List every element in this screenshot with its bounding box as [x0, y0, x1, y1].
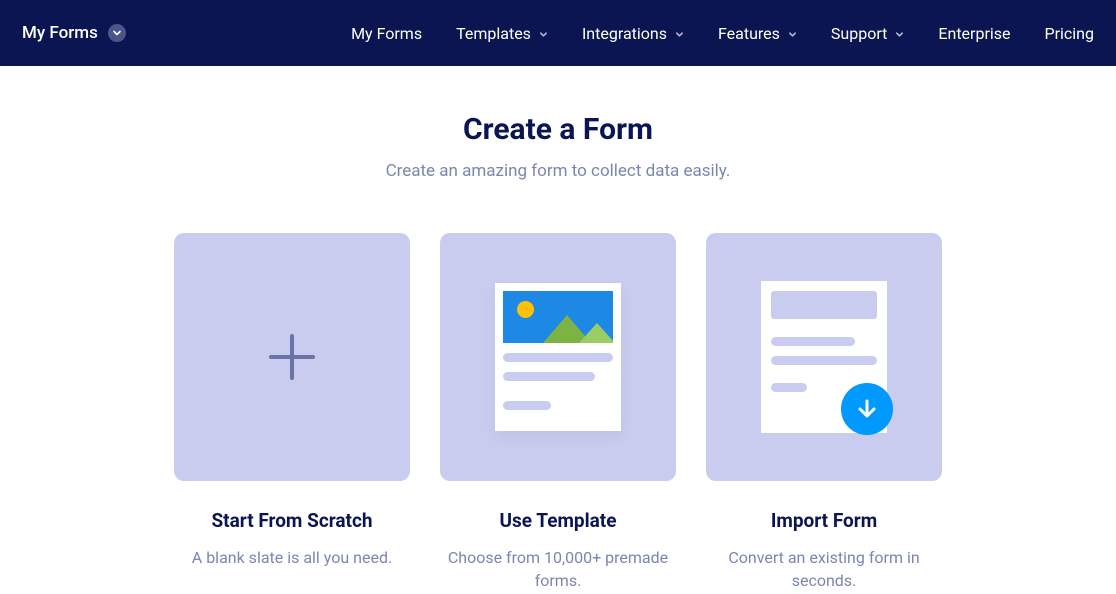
chevron-down-icon: [539, 24, 548, 43]
nav-item-templates[interactable]: Templates: [456, 24, 548, 43]
main-content: Create a Form Create an amazing form to …: [0, 66, 1116, 592]
chevron-down-icon: [788, 24, 797, 43]
card-import-box[interactable]: [706, 233, 942, 481]
template-document-icon: [495, 283, 621, 431]
card-template-title: Use Template: [440, 509, 676, 532]
card-scratch-desc: A blank slate is all you need.: [174, 546, 410, 569]
nav-item-integrations[interactable]: Integrations: [582, 24, 684, 43]
image-placeholder-icon: [503, 291, 613, 343]
import-document-icon: [761, 281, 887, 433]
plus-icon: [265, 330, 319, 384]
nav-label: Support: [831, 24, 887, 43]
nav-menu: My Forms Templates Integrations Features…: [351, 24, 1094, 43]
top-navbar: My Forms My Forms Templates Integrations…: [0, 0, 1116, 66]
page-subtitle: Create an amazing form to collect data e…: [0, 161, 1116, 181]
nav-brand-group[interactable]: My Forms: [22, 23, 126, 43]
chevron-down-icon: [675, 24, 684, 43]
brand-label: My Forms: [22, 23, 98, 43]
nav-item-features[interactable]: Features: [718, 24, 797, 43]
card-import-title: Import Form: [706, 509, 942, 532]
card-scratch-box[interactable]: [174, 233, 410, 481]
chevron-down-icon[interactable]: [108, 24, 126, 42]
card-import-desc: Convert an existing form in seconds.: [706, 546, 942, 592]
card-template: Use Template Choose from 10,000+ premade…: [440, 233, 676, 592]
nav-label: My Forms: [351, 24, 422, 43]
card-scratch: Start From Scratch A blank slate is all …: [174, 233, 410, 592]
download-arrow-icon: [841, 383, 893, 435]
card-template-desc: Choose from 10,000+ premade forms.: [440, 546, 676, 592]
nav-label: Features: [718, 24, 780, 43]
nav-item-enterprise[interactable]: Enterprise: [938, 24, 1010, 43]
nav-item-my-forms[interactable]: My Forms: [351, 24, 422, 43]
chevron-down-icon: [895, 24, 904, 43]
nav-label: Templates: [456, 24, 531, 43]
nav-label: Pricing: [1045, 24, 1095, 43]
nav-label: Integrations: [582, 24, 667, 43]
nav-label: Enterprise: [938, 24, 1010, 43]
nav-item-support[interactable]: Support: [831, 24, 904, 43]
card-template-box[interactable]: [440, 233, 676, 481]
card-scratch-title: Start From Scratch: [174, 509, 410, 532]
nav-item-pricing[interactable]: Pricing: [1045, 24, 1095, 43]
page-title: Create a Form: [0, 112, 1116, 147]
card-row: Start From Scratch A blank slate is all …: [0, 233, 1116, 592]
card-import: Import Form Convert an existing form in …: [706, 233, 942, 592]
